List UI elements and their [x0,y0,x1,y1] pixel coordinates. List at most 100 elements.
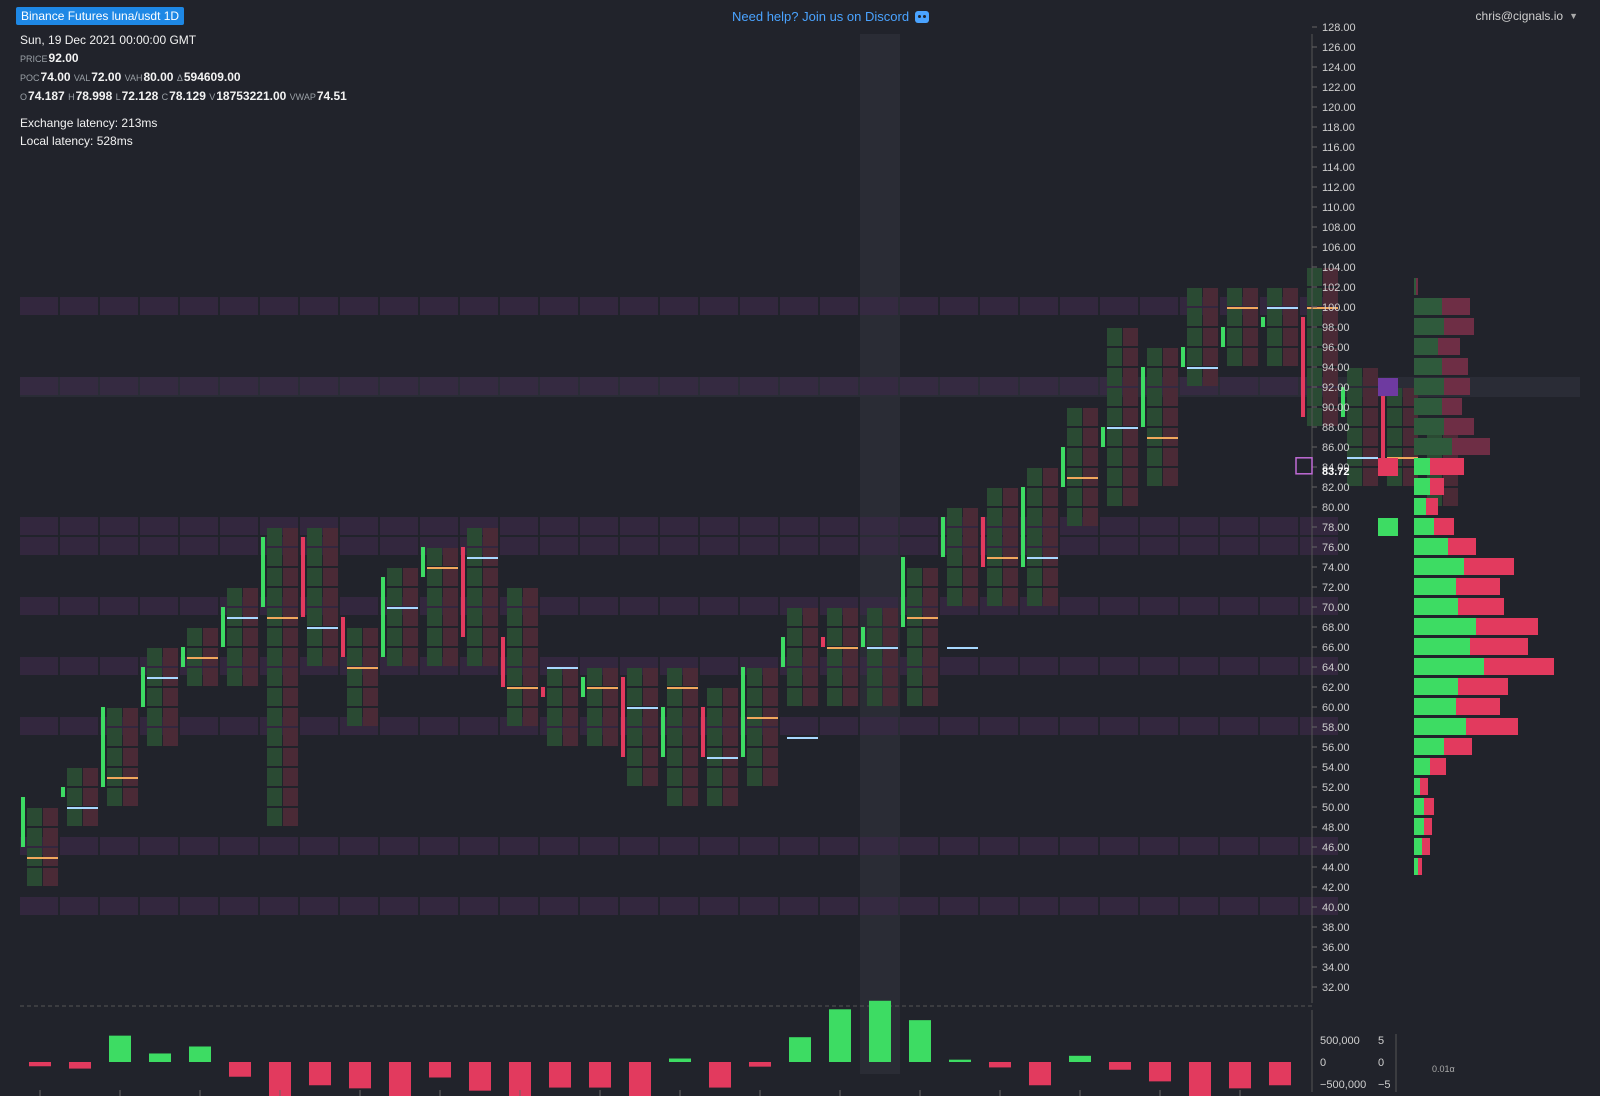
price-tick-label: 128.00 [1322,22,1356,34]
band-cell [140,297,178,315]
delta-bar [709,1062,731,1088]
footprint-cell-ask [883,608,898,626]
footprint-cell-bid [267,668,282,686]
footprint-cell-ask [763,668,778,686]
footprint-cell-ask [723,728,738,746]
price-tick-label: 60.00 [1322,702,1350,714]
footprint-cell-ask [923,568,938,586]
footprint-chart[interactable]: 128.00 126.00 124.00 122.00 120.00 118.00 116.… [0,0,1600,1096]
profile-sell-bar [1418,858,1422,875]
band-cell [1060,537,1098,555]
profile-sell-bar [1458,678,1508,695]
footprint-cell-ask [1163,348,1178,366]
band-cell [860,517,898,535]
profile-sell-bar [1456,578,1500,595]
band-cell [1220,657,1258,675]
band-cell [380,537,418,555]
footprint-cell-ask [283,688,298,706]
footprint-cell-bid [947,528,962,546]
band-cell [1140,837,1178,855]
footprint-cell-ask [283,648,298,666]
footprint-cell-ask [923,688,938,706]
footprint-cell-bid [187,668,202,686]
delta-bar [1229,1062,1251,1089]
profile-marker [1378,458,1398,476]
band-cell [740,537,778,555]
delta-bar [1189,1062,1211,1096]
delta-bar [949,1059,971,1062]
band-cell [1100,517,1138,535]
footprint-cell-ask [363,708,378,726]
band-cell [20,597,58,615]
footprint-cell-ask [243,668,258,686]
band-cell [980,897,1018,915]
price-tick-label: 110.00 [1322,202,1355,214]
footprint-cell-bid [987,508,1002,526]
footprint-cell-bid [1227,308,1242,326]
poc-marker [1227,307,1258,309]
footprint-cell-ask [443,608,458,626]
profile-sell-bar [1456,698,1500,715]
poc-marker [1027,557,1058,559]
footprint-cell-ask [363,688,378,706]
footprint-cell-ask [563,668,578,686]
footprint-cell-bid [667,708,682,726]
band-cell [260,897,298,915]
footprint-cell-bid [507,628,522,646]
profile-sell-bar [1442,358,1468,375]
footprint-cell-ask [1043,528,1058,546]
candle-body [181,647,185,667]
footprint-cell-bid [387,588,402,606]
band-cell [180,537,218,555]
band-cell [180,517,218,535]
delta-tick-label: 0 [1320,1057,1326,1069]
footprint-cell-bid [1187,348,1202,366]
footprint-cell-ask [163,688,178,706]
footprint-cell-ask [1123,368,1138,386]
footprint-cell-bid [747,748,762,766]
band-cell [460,377,498,395]
footprint-cell-bid [827,668,842,686]
volume-profile [1378,278,1554,875]
band-cell [1180,717,1218,735]
footprint-cell-ask [483,588,498,606]
footprint-cell-bid [427,648,442,666]
footprint-cell-ask [883,628,898,646]
footprint-cell-bid [547,708,562,726]
profile-buy-bar [1414,618,1476,635]
price-tick-label: 102.00 [1322,282,1356,294]
footprint-cell-bid [427,588,442,606]
footprint-cell-ask [243,628,258,646]
footprint-cell-bid [1107,488,1122,506]
band-cell [740,297,778,315]
footprint-cell-bid [627,668,642,686]
current-price-label: 83.72 [1322,466,1350,478]
footprint-cell-bid [347,668,362,686]
footprint-cell-bid [787,668,802,686]
footprint-cell-ask [643,708,658,726]
price-tick-label: 78.00 [1322,522,1350,534]
footprint-cell-ask [923,588,938,606]
footprint-cell-bid [267,528,282,546]
band-cell [500,537,538,555]
footprint-cell-ask [1123,328,1138,346]
footprint-cell-bid [667,728,682,746]
poc-marker [267,617,298,619]
price-axis: 128.00 126.00 124.00 122.00 120.00 118.00 116.… [1295,22,1356,1003]
band-cell [1100,897,1138,915]
band-cell [660,377,698,395]
profile-buy-bar [1414,538,1448,555]
footprint-cell-ask [1003,488,1018,506]
profile-buy-bar [1414,478,1430,495]
footprint-cell-bid [827,608,842,626]
price-tick-label: 56.00 [1322,742,1350,754]
delta-tick-label: 500,000 [1320,1035,1360,1047]
price-tick-label: 112.00 [1322,182,1355,194]
footprint-cell-ask [643,668,658,686]
poc-marker [147,677,178,679]
profile-sell-bar [1420,778,1428,795]
poc-marker [467,557,498,559]
band-cell [1140,657,1178,675]
band-cell [420,517,458,535]
band-cell [140,537,178,555]
